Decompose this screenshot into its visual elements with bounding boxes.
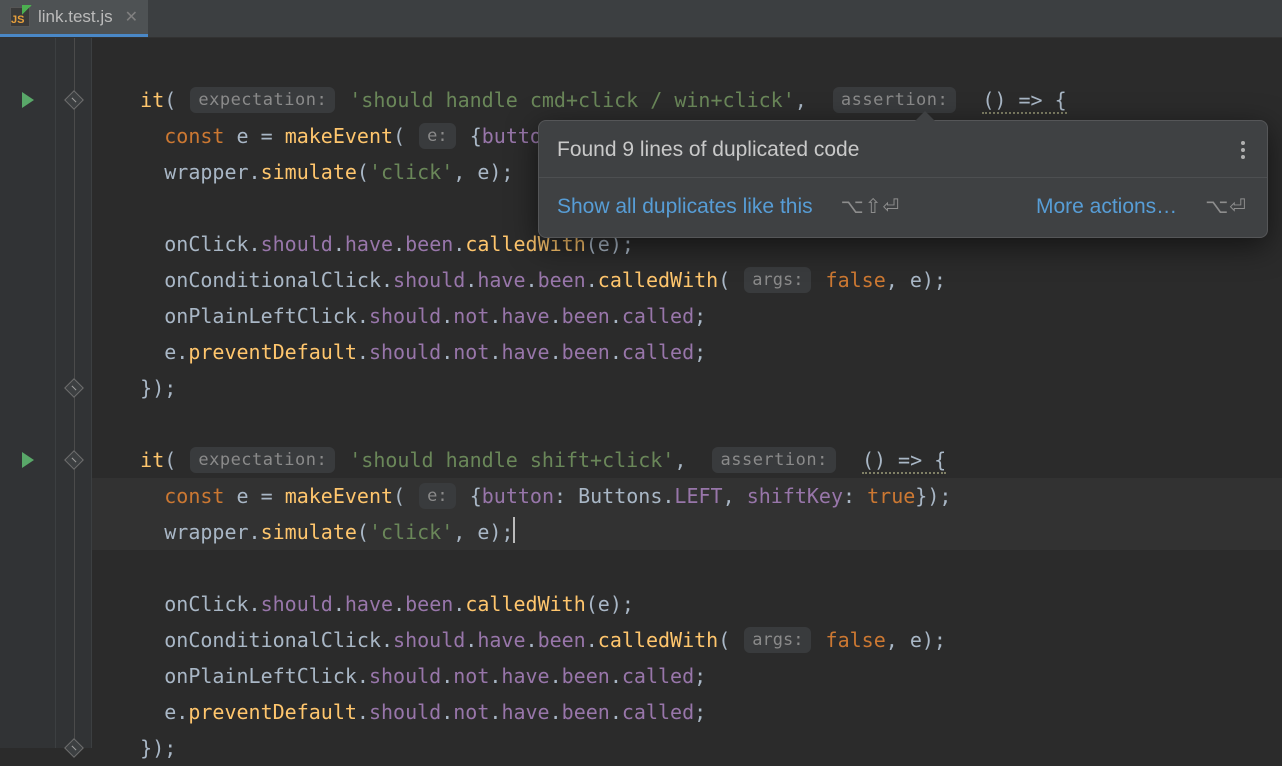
code-line: }); <box>92 370 1282 406</box>
fold-minus-icon <box>64 738 84 758</box>
tab-filename: link.test.js <box>38 7 113 27</box>
inlay-hint-e: e: <box>419 123 455 149</box>
code-line <box>92 550 1282 586</box>
js-file-icon-label: JS <box>11 14 24 26</box>
code-line: const e = makeEvent( e: {button: Buttons… <box>92 478 1282 514</box>
more-options-icon[interactable] <box>1237 137 1249 163</box>
fold-minus-icon <box>64 450 84 470</box>
fold-gutter <box>56 38 92 748</box>
code-line-current: wrapper.simulate('click', e); <box>92 514 1282 550</box>
editor-tab[interactable]: JS link.test.js ✕ <box>0 0 148 37</box>
inlay-hint-args: args: <box>744 267 811 293</box>
fold-toggle[interactable] <box>56 82 91 118</box>
fold-toggle[interactable] <box>56 442 91 478</box>
code-line: it( expectation: 'should handle cmd+clic… <box>92 82 1282 118</box>
close-icon[interactable]: ✕ <box>121 7 138 27</box>
code-line: it( expectation: 'should handle shift+cl… <box>92 442 1282 478</box>
more-actions-link[interactable]: More actions… <box>1036 195 1177 219</box>
code-line <box>92 406 1282 442</box>
inlay-hint-assertion: assertion: <box>712 447 835 473</box>
js-file-icon: JS <box>10 7 30 27</box>
code-line: onClick.should.have.been.calledWith(e); <box>92 586 1282 622</box>
shortcut-label: ⌥⇧⏎ <box>841 194 901 219</box>
fold-minus-icon <box>64 90 84 110</box>
code-line: onConditionalClick.should.have.been.call… <box>92 622 1282 658</box>
text-caret <box>513 517 515 543</box>
fold-toggle[interactable] <box>56 730 91 766</box>
shortcut-label: ⌥⏎ <box>1205 194 1247 219</box>
code-line: e.preventDefault.should.not.have.been.ca… <box>92 334 1282 370</box>
inspection-popup: Found 9 lines of duplicated code Show al… <box>538 120 1268 238</box>
fold-minus-icon <box>64 378 84 398</box>
code-line: e.preventDefault.should.not.have.been.ca… <box>92 694 1282 730</box>
inlay-hint-expectation: expectation: <box>190 87 335 113</box>
code-line: onConditionalClick.should.have.been.call… <box>92 262 1282 298</box>
code-line: }); <box>92 730 1282 766</box>
code-line: onPlainLeftClick.should.not.have.been.ca… <box>92 658 1282 694</box>
inlay-hint-e: e: <box>419 483 455 509</box>
run-icon <box>22 92 34 108</box>
show-duplicates-link[interactable]: Show all duplicates like this <box>557 195 813 219</box>
run-test-button[interactable] <box>0 82 55 118</box>
gutter <box>0 38 56 748</box>
inlay-hint-args: args: <box>744 627 811 653</box>
run-test-button[interactable] <box>0 442 55 478</box>
code-line: onPlainLeftClick.should.not.have.been.ca… <box>92 298 1282 334</box>
run-icon <box>22 452 34 468</box>
fold-toggle[interactable] <box>56 370 91 406</box>
inlay-hint-expectation: expectation: <box>190 447 335 473</box>
inlay-hint-assertion: assertion: <box>833 87 956 113</box>
tab-bar: JS link.test.js ✕ <box>0 0 1282 38</box>
popup-title: Found 9 lines of duplicated code <box>557 138 859 162</box>
